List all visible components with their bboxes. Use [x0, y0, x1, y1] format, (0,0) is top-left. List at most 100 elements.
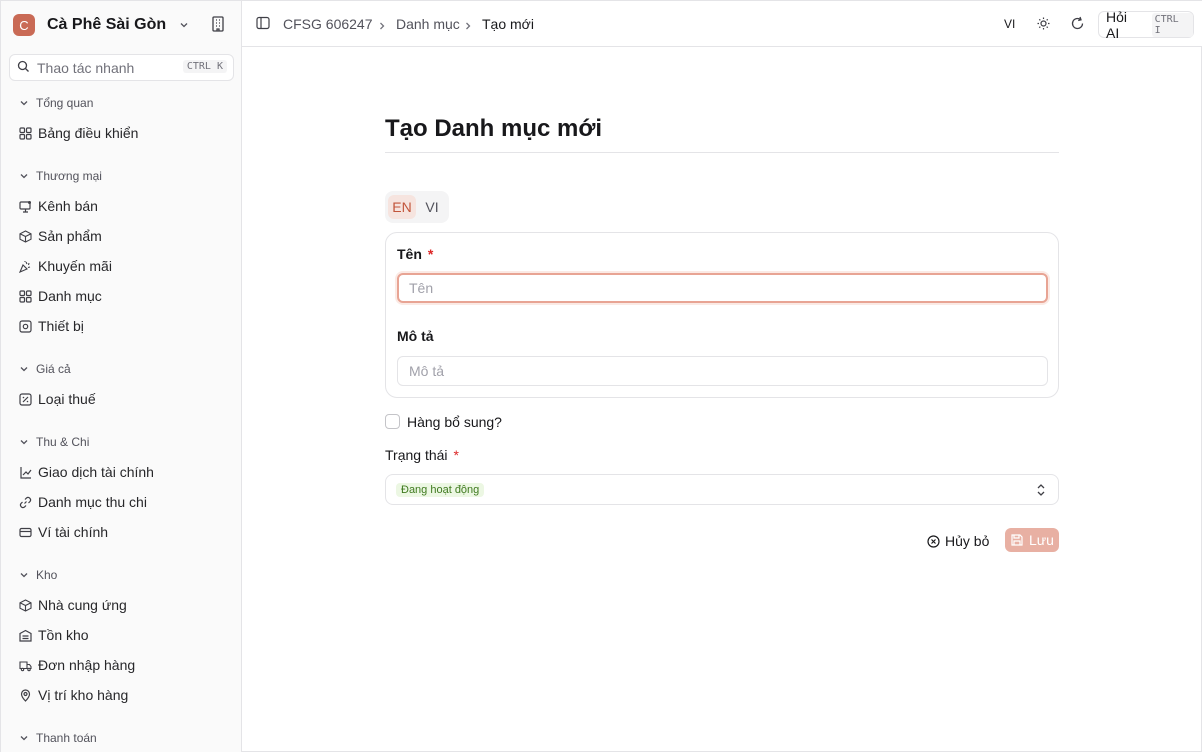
- group-label: Thương mại: [36, 169, 102, 183]
- sun-icon[interactable]: [1036, 16, 1051, 31]
- warehouse-icon: [19, 629, 32, 642]
- sidebar-item-label: Nhà cung ứng: [38, 597, 127, 613]
- sidebar-item-label: Bảng điều khiển: [38, 125, 139, 141]
- tax-icon: [19, 392, 32, 406]
- device-icon: [19, 319, 32, 333]
- description-label: Mô tả: [397, 328, 434, 344]
- name-label: Tên *: [397, 246, 433, 262]
- sidebar-item-label: Ví tài chính: [38, 524, 109, 540]
- chevron-up-down-icon: [1036, 483, 1046, 497]
- sidebar-item-label: Danh mục thu chi: [38, 494, 147, 510]
- sidebar-item-label: Loại thuế: [38, 391, 96, 407]
- sidebar-item-income-expense-categories[interactable]: Danh mục thu chi: [13, 489, 233, 515]
- status-label: Trạng thái *: [385, 447, 459, 463]
- breadcrumb-current: Tạo mới: [482, 16, 534, 32]
- transaction-icon: [19, 466, 32, 479]
- group-header-commerce[interactable]: Thương mại: [19, 168, 102, 184]
- group-header-payments[interactable]: Thanh toán: [19, 730, 97, 746]
- status-label-text: Trạng thái: [385, 447, 448, 463]
- sidebar-item-inventory[interactable]: Tồn kho: [13, 622, 233, 648]
- cancel-button[interactable]: Hủy bỏ: [921, 529, 997, 553]
- refresh-icon[interactable]: [1070, 16, 1085, 31]
- chevron-right-icon: [463, 18, 473, 30]
- status-select[interactable]: Đang hoạt động: [385, 474, 1059, 505]
- search-shortcut: CTRL K: [182, 60, 227, 73]
- page-title: Tạo Danh mục mới: [385, 115, 603, 142]
- language-tabs: EN VI: [385, 191, 449, 223]
- addon-checkbox[interactable]: [385, 414, 400, 429]
- group-header-overview[interactable]: Tổng quan: [19, 95, 93, 111]
- building-icon[interactable]: [209, 15, 227, 33]
- translation-card: Tên * Mô tả: [385, 232, 1059, 398]
- sidebar-toggle-icon[interactable]: [256, 16, 270, 30]
- brand-switcher[interactable]: C Cà Phê Sài Gòn ...: [13, 13, 231, 37]
- wallet-icon: [19, 526, 32, 539]
- breadcrumb-categories[interactable]: Danh mục: [396, 16, 460, 32]
- status-badge: Đang hoạt động: [396, 483, 485, 497]
- sidebar: C Cà Phê Sài Gòn ... Thao tác nhanh CTRL…: [1, 1, 242, 752]
- package-icon: [19, 229, 32, 243]
- title-divider: [385, 152, 1059, 153]
- save-icon: [1011, 534, 1023, 546]
- brand-logo: C: [13, 14, 35, 36]
- name-input[interactable]: [397, 273, 1048, 303]
- chevron-down-icon: [20, 440, 28, 445]
- group-header-pricing[interactable]: Giá cả: [19, 361, 71, 377]
- sidebar-item-label: Thiết bị: [38, 318, 84, 334]
- language-switcher[interactable]: VI: [1004, 17, 1015, 31]
- group-header-income-expense[interactable]: Thu & Chi: [19, 434, 89, 450]
- chevron-down-icon: [179, 20, 189, 30]
- search-placeholder: Thao tác nhanh: [37, 59, 135, 76]
- description-input[interactable]: [397, 356, 1048, 386]
- ask-ai-button[interactable]: Hỏi AI CTRL I: [1098, 8, 1194, 41]
- sidebar-item-suppliers[interactable]: Nhà cung ứng: [13, 592, 233, 618]
- group-label: Thanh toán: [36, 731, 97, 745]
- group-header-warehouse[interactable]: Kho: [19, 567, 57, 583]
- sidebar-item-purchase-orders[interactable]: Đơn nhập hàng: [13, 652, 233, 678]
- chevron-down-icon: [20, 573, 28, 578]
- sidebar-item-dashboard[interactable]: Bảng điều khiển: [13, 120, 233, 146]
- ask-ai-label: Hỏi AI: [1106, 8, 1128, 41]
- topbar: CFSG 606247 Danh mục Tạo mới VI Hỏi AI C…: [242, 1, 1202, 47]
- breadcrumb-store[interactable]: CFSG 606247: [283, 16, 373, 32]
- tab-vi[interactable]: VI: [418, 195, 446, 219]
- sales-channel-icon: [19, 200, 32, 213]
- search-icon: [17, 60, 30, 76]
- sidebar-item-label: Giao dịch tài chính: [38, 464, 154, 480]
- sidebar-item-sales-channel[interactable]: Kênh bán: [13, 193, 233, 219]
- name-label-text: Tên: [397, 246, 422, 262]
- sidebar-item-promotions[interactable]: Khuyến mãi: [13, 253, 233, 279]
- save-button[interactable]: Lưu: [1005, 528, 1059, 552]
- save-label: Lưu: [1029, 532, 1054, 548]
- quick-action-search[interactable]: Thao tác nhanh CTRL K: [9, 54, 234, 81]
- grid-icon: [19, 289, 32, 303]
- sidebar-item-financial-transactions[interactable]: Giao dịch tài chính: [13, 459, 233, 485]
- app-window: C Cà Phê Sài Gòn ... Thao tác nhanh CTRL…: [0, 0, 1202, 752]
- sidebar-item-label: Tồn kho: [38, 627, 89, 643]
- location-icon: [19, 688, 32, 702]
- truck-icon: [19, 659, 32, 672]
- chevron-right-icon: [377, 18, 387, 30]
- sidebar-item-label: Đơn nhập hàng: [38, 657, 136, 673]
- sidebar-item-wallets[interactable]: Ví tài chính: [13, 519, 233, 545]
- group-label: Giá cả: [36, 362, 71, 376]
- sidebar-item-devices[interactable]: Thiết bị: [13, 313, 233, 339]
- sidebar-item-products[interactable]: Sản phẩm: [13, 223, 233, 249]
- addon-label[interactable]: Hàng bổ sung?: [407, 414, 502, 430]
- ask-ai-shortcut: CTRL I: [1151, 12, 1193, 37]
- party-popper-icon: [19, 260, 32, 273]
- package-icon: [19, 598, 32, 612]
- sidebar-item-categories[interactable]: Danh mục: [13, 283, 233, 309]
- sidebar-item-label: Kênh bán: [38, 198, 98, 214]
- chevron-down-icon: [20, 101, 28, 106]
- sidebar-item-warehouse-locations[interactable]: Vị trí kho hàng: [13, 682, 233, 708]
- sidebar-item-label: Danh mục: [38, 288, 102, 304]
- sidebar-item-tax-types[interactable]: Loại thuế: [13, 386, 233, 412]
- sidebar-item-label: Sản phẩm: [38, 228, 102, 244]
- required-mark: *: [427, 246, 434, 262]
- group-label: Tổng quan: [36, 96, 94, 110]
- cancel-label: Hủy bỏ: [945, 533, 990, 549]
- tab-en[interactable]: EN: [388, 195, 416, 219]
- chevron-down-icon: [20, 367, 28, 372]
- group-label: Thu & Chi: [36, 435, 90, 449]
